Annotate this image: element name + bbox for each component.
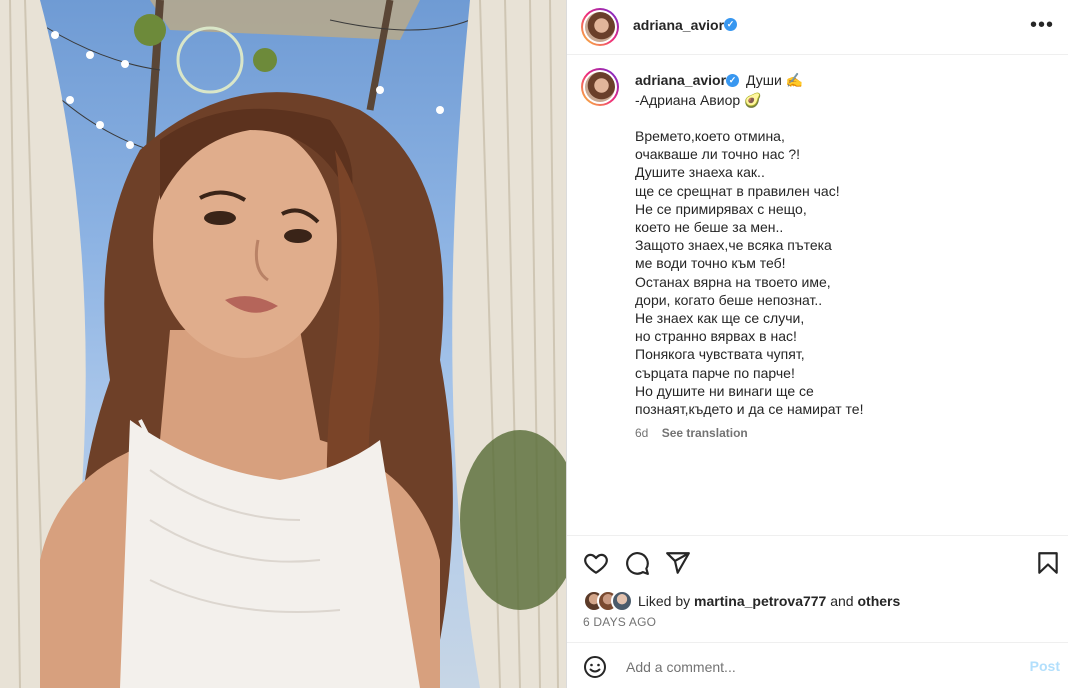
post-comment-button[interactable]: Post	[1030, 658, 1060, 674]
liked-by-others[interactable]: others	[857, 593, 900, 609]
post-timestamp: 6 DAYS AGO	[583, 615, 657, 629]
emoji-icon[interactable]	[583, 655, 607, 679]
see-translation-button[interactable]: See translation	[662, 426, 748, 440]
caption-block: adriana_avior ✓ Души ✍️ -Адриана Авиор 🥑…	[567, 55, 1068, 533]
heart-icon[interactable]	[583, 550, 609, 576]
poem-line: ме води точно към теб!	[635, 255, 786, 272]
caption-subtitle: -Адриана Авиор 🥑	[635, 92, 762, 108]
caption-meta: 6d See translation	[635, 426, 748, 440]
liked-by-user[interactable]: martina_petrova777	[694, 593, 826, 609]
bookmark-icon[interactable]	[1035, 550, 1061, 576]
caption-username[interactable]: adriana_avior	[635, 72, 726, 88]
poem-line: очакваше ли точно нас ?!	[635, 146, 801, 163]
more-icon[interactable]: •••	[1030, 14, 1054, 37]
poem-line: Времето,което отмина,	[635, 128, 785, 144]
comment-icon[interactable]	[624, 550, 650, 576]
poem-line: Понякога чувствата чупят,	[635, 346, 805, 363]
post-header: adriana_avior ✓ •••	[567, 0, 1068, 55]
author-avatar[interactable]	[581, 8, 619, 46]
poem-line: но странно вярвах в нас!	[635, 328, 797, 345]
poem-line: Защото знаех,че всяка пътека	[635, 237, 832, 254]
poem-line: ще се срещнат в правилен час!	[635, 182, 840, 199]
caption-avatar[interactable]	[581, 68, 619, 106]
liker-avatar[interactable]	[611, 590, 633, 612]
poem-line: сърцата парче по парче!	[635, 364, 795, 381]
post-photo[interactable]	[0, 0, 566, 688]
action-bar	[567, 535, 1068, 586]
share-icon[interactable]	[665, 550, 691, 576]
poem-line: Не се примирявах с нещо,	[635, 200, 807, 217]
poem-line: Но душите ни винаги ще се	[635, 382, 814, 399]
poem-line: познаят,където и да се намират те!	[635, 401, 864, 418]
verified-badge-icon: ✓	[726, 74, 739, 87]
poem-line: Не знаех как ще се случи,	[635, 310, 805, 327]
poem-line: Душите знаеха как..	[635, 164, 765, 181]
selfie-photo-illustration	[0, 0, 566, 688]
poem-line: Останах вярна на твоето име,	[635, 273, 831, 290]
post-details-panel: adriana_avior ✓ ••• adriana_avior ✓ Души…	[567, 0, 1068, 688]
caption-title: Души ✍️	[746, 72, 804, 88]
poem-line: дори, когато беше непознат..	[635, 291, 823, 308]
comment-bar: Post	[567, 642, 1068, 689]
comment-input[interactable]	[624, 655, 1008, 679]
verified-badge-icon: ✓	[724, 18, 737, 31]
liked-by-text: Liked by martina_petrova777 and others	[638, 593, 901, 609]
poem-line: което не беше за мен..	[635, 219, 784, 236]
caption-poem: Времето,което отмина, очакваше ли точно …	[635, 127, 863, 418]
header-username[interactable]: adriana_avior	[633, 17, 724, 33]
caption-age: 6d	[635, 426, 649, 440]
